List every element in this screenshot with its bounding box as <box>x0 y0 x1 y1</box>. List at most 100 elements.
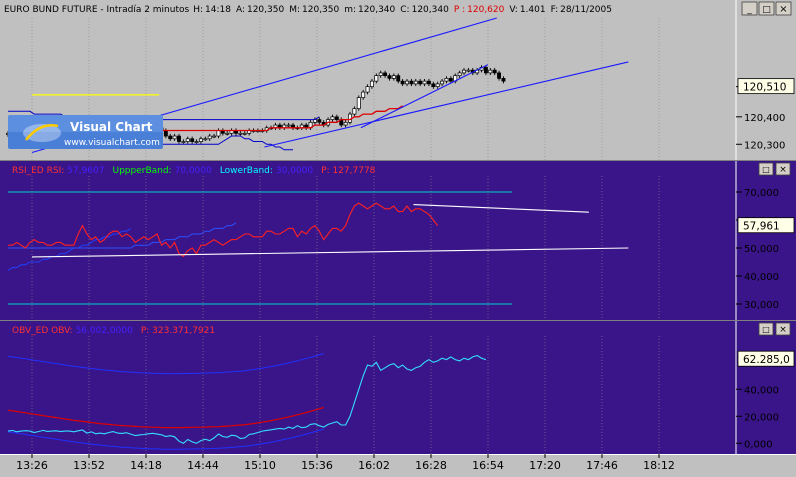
rsi-upper-value: 70,0000 <box>175 166 212 176</box>
quote-v-value: 1.401 <box>520 5 546 15</box>
candle-body <box>361 91 366 98</box>
candle-body <box>462 69 466 74</box>
quote-low-label: m: <box>344 5 356 15</box>
candle-body <box>216 130 221 137</box>
quote-p-label: P : <box>454 5 465 15</box>
candle-body <box>492 69 497 74</box>
candle-body <box>374 75 379 82</box>
maximize-icon: □ <box>762 165 770 174</box>
time-tick-label: 17:46 <box>586 459 618 472</box>
candle-body <box>190 138 195 142</box>
rsi-upper-label: UppperBand: <box>112 166 171 176</box>
candle-body <box>501 78 506 82</box>
quote-a-value: 120,350 <box>247 5 284 15</box>
y-tick-label: 120,400 <box>744 113 785 124</box>
candle-body <box>334 116 339 120</box>
obv-maximize-button[interactable]: □ <box>758 322 774 336</box>
quote-low-value: 120,340 <box>358 5 395 15</box>
candle-body <box>212 135 217 138</box>
rsi-axis-background <box>736 161 796 321</box>
candle-body <box>383 72 388 76</box>
rsi-pane-background <box>0 161 796 321</box>
candle-body <box>203 138 208 141</box>
candle-body <box>466 69 471 72</box>
obv-name: OBV_ED OBV: <box>12 326 73 336</box>
quote-f-value: 28/11/2005 <box>560 5 612 15</box>
candle-body <box>422 80 427 85</box>
candle-body <box>286 124 291 127</box>
window-title: EURO BUND FUTURE - Intradía 2 minutos H: 1… <box>4 5 612 15</box>
candle-body <box>418 80 423 85</box>
quote-a-label: A: <box>236 5 245 15</box>
y-tick-label: 20,000 <box>744 412 779 423</box>
last-value-label: 57,961 <box>743 221 780 233</box>
quote-h-label: H: <box>193 5 203 15</box>
candle-body <box>185 138 190 142</box>
candle-body <box>242 132 247 135</box>
candle-body <box>431 83 436 87</box>
obv-pane-background <box>0 321 796 454</box>
candle-body <box>168 135 173 140</box>
quote-h-value: 14:18 <box>205 5 231 15</box>
close-icon: × <box>779 4 787 15</box>
candle-body <box>440 80 445 85</box>
candle-body <box>413 80 418 85</box>
time-tick-label: 15:36 <box>301 459 333 472</box>
candle-body <box>177 135 181 142</box>
time-tick-label: 18:12 <box>643 459 675 472</box>
rsi-lower-label: LowerBand: <box>220 166 273 176</box>
last-value-label: 62.285,0 <box>743 354 790 366</box>
quote-c-label: C: <box>400 5 409 15</box>
candle-body <box>352 108 357 115</box>
rsi-close-button[interactable]: × <box>775 162 791 176</box>
time-tick-label: 16:54 <box>472 459 504 472</box>
logo-url: www.visualchart.com <box>64 138 160 148</box>
maximize-button[interactable]: □ <box>758 1 775 16</box>
candle-body <box>405 80 409 85</box>
quote-f-label: F: <box>551 5 559 15</box>
time-axis: 13:26 13:52 14:18 14:44 15:10 15:36 16:02 16:28… <box>0 454 796 473</box>
visualchart-logo: Visual Chart www.visualchart.com <box>8 115 163 149</box>
candle-body <box>343 121 348 126</box>
minimize-button[interactable]: _ <box>741 1 758 16</box>
chart-canvas: EURO BUND FUTURE - Intradía 2 minutos H: 1… <box>0 0 796 473</box>
candle-body <box>448 78 453 82</box>
candle-body <box>444 78 449 82</box>
candle-body <box>400 80 405 85</box>
obv-close-button[interactable]: × <box>775 322 791 336</box>
close-icon: × <box>779 165 787 175</box>
candle-body <box>396 75 401 82</box>
candle-body <box>378 72 383 76</box>
candle-body <box>207 135 212 140</box>
time-tick-label: 13:52 <box>73 459 105 472</box>
rsi-maximize-button[interactable]: □ <box>758 162 774 176</box>
candle-body <box>488 69 493 74</box>
rsi-lower-value: 30,0000 <box>276 166 313 176</box>
candle-body <box>483 67 488 74</box>
close-button[interactable]: × <box>775 1 792 16</box>
time-axis-background <box>0 454 796 473</box>
quote-m-value: 120,350 <box>302 5 339 15</box>
candle-body <box>409 80 414 85</box>
close-icon: × <box>779 325 787 335</box>
time-tick-label: 14:18 <box>130 459 162 472</box>
candle-body <box>238 132 243 135</box>
title-instrument: EURO BUND FUTURE - Intradía 2 minutos <box>4 5 190 15</box>
candle-body <box>181 141 186 143</box>
obv-pane: OBV_ED OBV: 56.002,0000 P: 323.371,7921 □ … <box>0 321 796 454</box>
time-tick-label: 16:02 <box>358 459 390 472</box>
time-tick-label: 13:26 <box>16 459 48 472</box>
y-tick-label: 120,300 <box>744 140 785 151</box>
quote-m-label: M: <box>289 5 300 15</box>
obv-value: 56.002,0000 <box>76 326 134 336</box>
price-y-axis: 120,300120,400120,510120,510 <box>736 78 795 151</box>
logo-name: Visual Chart <box>70 120 153 134</box>
candle-body <box>457 72 462 76</box>
rsi-value: 57,9607 <box>67 166 104 176</box>
y-tick-label: 30,000 <box>744 300 779 311</box>
candle-body <box>391 75 396 79</box>
candle-body <box>198 138 203 142</box>
candle-body <box>317 119 322 123</box>
last-value-label: 120,510 <box>743 82 786 94</box>
time-tick-label: 14:44 <box>187 459 219 472</box>
